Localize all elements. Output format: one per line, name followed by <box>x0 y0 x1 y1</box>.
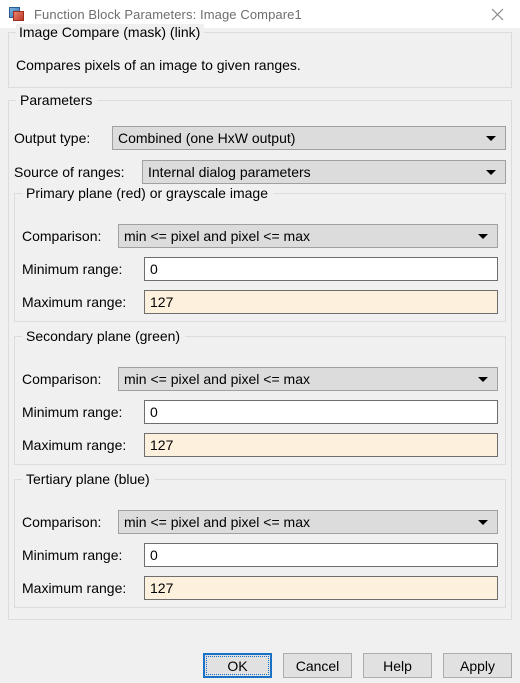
secondary-maximum-value: 127 <box>150 437 174 453</box>
primary-maximum-label: Maximum range: <box>22 294 127 310</box>
secondary-comparison-dropdown[interactable]: min <= pixel and pixel <= max <box>118 367 498 391</box>
secondary-minimum-label: Minimum range: <box>22 404 123 420</box>
source-of-ranges-label: Source of ranges: <box>14 164 125 180</box>
secondary-minimum-row: Minimum range: <box>22 400 122 424</box>
source-of-ranges-row: Source of ranges: <box>14 160 125 184</box>
tertiary-comparison-label: Comparison: <box>22 514 102 530</box>
primary-maximum-value: 127 <box>150 294 174 310</box>
help-button-label: Help <box>383 657 412 674</box>
chevron-down-icon <box>478 520 488 525</box>
source-of-ranges-value: Internal dialog parameters <box>148 164 311 180</box>
primary-comparison-label: Comparison: <box>22 228 102 244</box>
output-type-value: Combined (one HxW output) <box>118 130 296 146</box>
tertiary-comparison-dropdown[interactable]: min <= pixel and pixel <= max <box>118 510 498 534</box>
tertiary-plane-legend: Tertiary plane (blue) <box>22 470 155 488</box>
secondary-comparison-label: Comparison: <box>22 371 102 387</box>
description-group: Image Compare (mask) (link) Compares pix… <box>8 24 512 88</box>
secondary-plane-legend: Secondary plane (green) <box>22 327 186 345</box>
simulink-block-icon <box>9 6 25 22</box>
focus-ring <box>206 656 269 675</box>
window-title: Function Block Parameters: Image Compare… <box>34 6 302 22</box>
secondary-minimum-value: 0 <box>150 404 158 420</box>
description-body: Compares pixels of an image to given ran… <box>16 57 301 73</box>
apply-button[interactable]: Apply <box>443 653 512 678</box>
primary-minimum-value: 0 <box>150 261 158 277</box>
output-type-label: Output type: <box>14 130 91 146</box>
primary-maximum-input[interactable]: 127 <box>144 290 498 314</box>
apply-button-label: Apply <box>459 657 496 674</box>
primary-comparison-row: Comparison: <box>22 224 101 248</box>
secondary-maximum-input[interactable]: 127 <box>144 433 498 457</box>
chevron-down-icon <box>486 170 496 175</box>
primary-minimum-label: Minimum range: <box>22 261 123 277</box>
primary-minimum-input[interactable]: 0 <box>144 257 498 281</box>
tertiary-minimum-value: 0 <box>150 547 158 563</box>
parameters-legend: Parameters <box>16 91 98 109</box>
chevron-down-icon <box>478 377 488 382</box>
tertiary-comparison-row: Comparison: <box>22 510 101 534</box>
secondary-minimum-input[interactable]: 0 <box>144 400 498 424</box>
secondary-maximum-row: Maximum range: <box>22 433 126 457</box>
tertiary-minimum-label: Minimum range: <box>22 547 123 563</box>
primary-comparison-value: min <= pixel and pixel <= max <box>124 228 310 244</box>
primary-plane-legend: Primary plane (red) or grayscale image <box>22 184 273 202</box>
cancel-button[interactable]: Cancel <box>283 653 352 678</box>
secondary-maximum-label: Maximum range: <box>22 437 127 453</box>
secondary-comparison-row: Comparison: <box>22 367 101 391</box>
chevron-down-icon <box>486 136 496 141</box>
output-type-dropdown[interactable]: Combined (one HxW output) <box>112 126 506 150</box>
cancel-button-label: Cancel <box>295 657 340 674</box>
primary-comparison-dropdown[interactable]: min <= pixel and pixel <= max <box>118 224 498 248</box>
output-type-row: Output type: <box>14 126 90 150</box>
tertiary-comparison-value: min <= pixel and pixel <= max <box>124 514 310 530</box>
secondary-comparison-value: min <= pixel and pixel <= max <box>124 371 310 387</box>
primary-minimum-row: Minimum range: <box>22 257 122 281</box>
tertiary-minimum-input[interactable]: 0 <box>144 543 498 567</box>
description-heading: Image Compare (mask) (link) <box>16 24 205 40</box>
source-of-ranges-dropdown[interactable]: Internal dialog parameters <box>142 160 506 184</box>
chevron-down-icon <box>478 234 488 239</box>
primary-maximum-row: Maximum range: <box>22 290 126 314</box>
tertiary-maximum-row: Maximum range: <box>22 576 126 600</box>
tertiary-maximum-label: Maximum range: <box>22 580 127 596</box>
ok-button[interactable]: OK <box>203 653 272 678</box>
tertiary-maximum-value: 127 <box>150 580 174 596</box>
help-button[interactable]: Help <box>363 653 432 678</box>
tertiary-minimum-row: Minimum range: <box>22 543 122 567</box>
close-icon[interactable] <box>475 0 520 28</box>
tertiary-maximum-input[interactable]: 127 <box>144 576 498 600</box>
